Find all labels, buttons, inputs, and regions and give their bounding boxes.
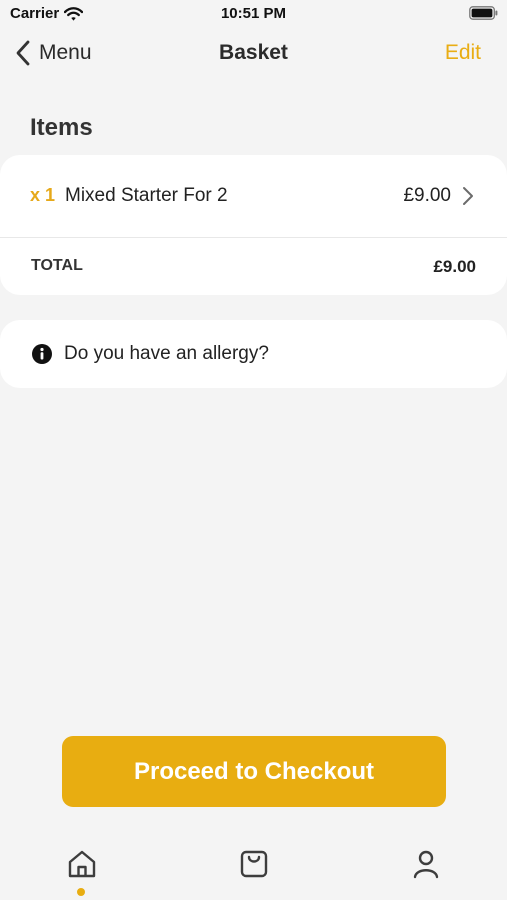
- tab-bar: [0, 832, 507, 900]
- tab-account[interactable]: [402, 840, 450, 888]
- status-bar: Carrier 10:51 PM: [0, 0, 507, 28]
- item-name: Mixed Starter For 2: [65, 185, 228, 206]
- status-time: 10:51 PM: [220, 5, 287, 22]
- navigation-bar: Menu Basket Edit: [0, 34, 507, 74]
- items-card: x 1 Mixed Starter For 2 £9.00 TOTAL £9.0…: [0, 155, 507, 295]
- account-icon: [413, 850, 439, 879]
- battery-icon: [469, 6, 498, 20]
- chevron-right-icon: [463, 187, 473, 205]
- edit-button[interactable]: Edit: [445, 41, 481, 65]
- items-heading: Items: [30, 114, 93, 141]
- total-row: TOTAL £9.00: [0, 238, 507, 295]
- total-label: TOTAL: [31, 257, 83, 274]
- info-icon: [32, 344, 52, 364]
- active-tab-indicator: [77, 888, 85, 896]
- home-icon: [68, 850, 96, 878]
- allergy-text: Do you have an allergy?: [64, 343, 269, 364]
- allergy-button[interactable]: Do you have an allergy?: [0, 320, 507, 388]
- item-price: £9.00: [403, 185, 451, 206]
- page-title: Basket: [219, 41, 288, 64]
- total-value: £9.00: [433, 257, 476, 276]
- tab-basket[interactable]: [230, 840, 278, 888]
- basket-item-row[interactable]: x 1 Mixed Starter For 2 £9.00: [0, 155, 507, 238]
- proceed-to-checkout-button[interactable]: Proceed to Checkout: [62, 736, 446, 807]
- tab-home[interactable]: [58, 840, 106, 888]
- basket-icon: [240, 850, 268, 878]
- item-quantity: x 1: [30, 185, 56, 205]
